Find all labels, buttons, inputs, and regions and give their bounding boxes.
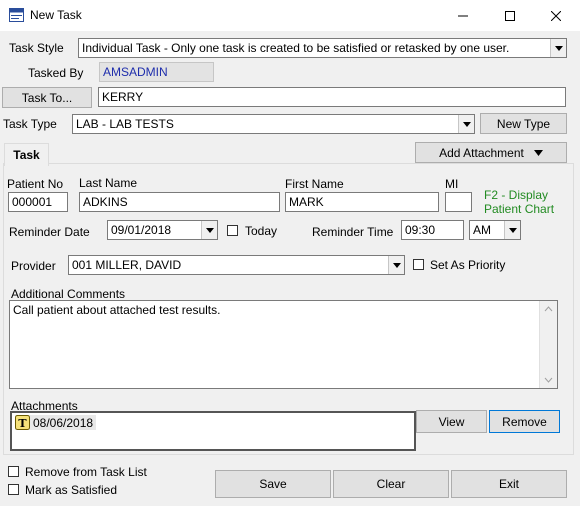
close-button[interactable] [533,0,579,31]
remove-from-task-list-label: Remove from Task List [25,465,147,479]
chevron-down-icon [388,256,404,274]
patient-no-field[interactable]: 000001 [8,192,68,212]
chevron-down-icon [504,221,520,239]
tasked-by-label: Tasked By [28,66,84,80]
provider-value: 001 MILLER, DAVID [72,258,182,272]
task-style-select[interactable]: Individual Task - Only one task is creat… [78,38,567,58]
minimize-icon [458,15,468,16]
additional-comments-label: Additional Comments [11,287,126,301]
task-type-select[interactable]: LAB - LAB TESTS [72,114,475,134]
comments-scrollbar[interactable] [539,301,557,388]
provider-label: Provider [11,259,56,273]
today-label: Today [245,224,278,238]
scroll-down-icon [544,377,553,383]
mark-as-satisfied-label: Mark as Satisfied [25,483,118,497]
task-type-value: LAB - LAB TESTS [76,117,174,131]
last-name-label: Last Name [79,176,138,190]
new-type-button[interactable]: New Type [480,113,567,134]
exit-button-label: Exit [498,477,519,491]
mi-label: MI [445,177,459,191]
chevron-down-icon [533,149,543,156]
add-attachment-label: Add Attachment [439,145,524,160]
tasked-by-field: AMSADMIN [99,62,214,82]
today-checkbox[interactable] [227,225,238,236]
minimize-button[interactable] [440,0,486,31]
save-button-label: Save [259,477,287,491]
save-button[interactable]: Save [215,470,331,498]
window-title: New Task [30,8,82,22]
clear-button[interactable]: Clear [333,470,449,498]
provider-select[interactable]: 001 MILLER, DAVID [68,255,405,275]
task-style-value: Individual Task - Only one task is creat… [82,41,510,55]
maximize-button[interactable] [487,0,533,31]
first-name-label: First Name [285,177,344,191]
tab-task-label: Task [13,148,40,162]
tab-task[interactable]: Task [4,143,49,166]
reminder-date-value: 09/01/2018 [111,223,172,237]
svg-text:T: T [18,417,27,430]
reminder-date-label: Reminder Date [9,225,90,239]
first-name-field[interactable]: MARK [285,192,439,212]
hint-line-2: Patient Chart [484,202,555,216]
comments-text: Call patient about attached test results… [13,303,221,317]
task-type-label: Task Type [3,117,57,131]
clear-button-label: Clear [376,477,406,491]
task-to-button[interactable]: Task To... [2,87,92,108]
maximize-icon [505,10,515,21]
set-as-priority-label: Set As Priority [430,258,506,272]
additional-comments-textarea[interactable]: Call patient about attached test results… [9,300,558,389]
chevron-down-icon [550,39,566,57]
task-to-field[interactable]: KERRY [98,87,566,107]
close-icon [551,10,561,21]
remove-button-label: Remove [502,414,547,429]
task-to-button-label: Task To... [21,90,73,105]
display-chart-hint: F2 - Display Patient Chart [484,188,554,216]
app-icon [9,8,24,22]
patient-no-label: Patient No [7,177,64,191]
reminder-time-field[interactable]: 09:30 [401,220,464,240]
chevron-down-icon [201,221,217,239]
set-as-priority-checkbox[interactable] [413,259,424,270]
mark-as-satisfied-checkbox[interactable] [8,484,19,495]
title-bar: New Task [0,0,580,31]
hint-line-1: F2 - Display [484,188,549,202]
view-button-label: View [438,414,465,429]
task-style-label: Task Style [9,41,64,55]
attachments-list[interactable]: T 08/06/2018 [10,411,416,451]
attachment-date: 08/06/2018 [33,415,94,430]
ampm-select[interactable]: AM [469,220,521,240]
reminder-date-field[interactable]: 09/01/2018 [107,220,218,240]
view-button[interactable]: View [416,410,487,433]
last-name-field[interactable]: ADKINS [79,192,280,212]
new-type-button-label: New Type [496,116,551,131]
remove-button[interactable]: Remove [489,410,560,433]
reminder-time-label: Reminder Time [312,225,394,239]
text-document-icon: T [15,415,30,430]
exit-button[interactable]: Exit [451,470,567,498]
attachment-item[interactable]: T 08/06/2018 [15,415,97,430]
mi-field[interactable] [445,192,472,212]
add-attachment-button[interactable]: Add Attachment [415,142,567,163]
scroll-up-icon [544,306,553,312]
chevron-down-icon [458,115,474,133]
ampm-value: AM [473,223,491,237]
remove-from-task-list-checkbox[interactable] [8,466,19,477]
